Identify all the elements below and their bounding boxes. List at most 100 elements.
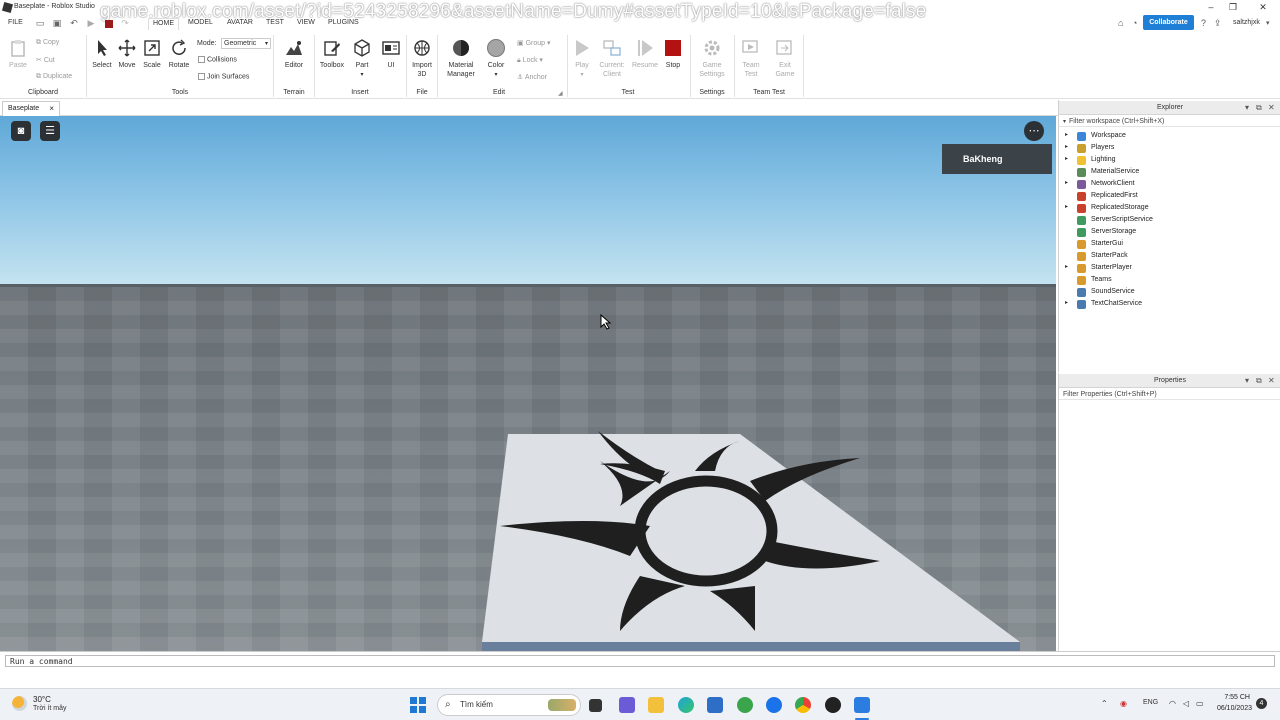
file-menu[interactable]: FILE (8, 19, 23, 26)
lock-button[interactable]: 🔒︎ Lock ▾ (517, 56, 543, 65)
stop-quick-icon[interactable] (105, 20, 113, 28)
rotate-button[interactable]: Rotate (167, 39, 191, 70)
select-button[interactable]: Select (90, 39, 114, 70)
explorer-item[interactable]: ServerScriptService (1059, 215, 1280, 227)
close-panel-icon[interactable]: ✕ (1268, 374, 1275, 388)
clock-date[interactable]: 06/10/2023 (1208, 705, 1252, 712)
part-button[interactable]: Part ▾ (350, 39, 374, 80)
user-menu-chevron-icon[interactable]: ▾ (1266, 19, 1270, 27)
explorer-item[interactable]: ▸ TextChatService (1059, 299, 1280, 311)
undo-icon[interactable]: ↶ (69, 18, 79, 28)
ui-button[interactable]: UI (379, 39, 403, 70)
weather-icon[interactable] (12, 696, 27, 711)
join-surfaces-checkbox[interactable] (198, 73, 205, 80)
tab-plugins[interactable]: PLUGINS (324, 18, 363, 30)
game-settings-button[interactable]: Game Settings (695, 39, 729, 79)
command-input[interactable]: Run a command (5, 655, 1275, 667)
move-button[interactable]: Move (115, 39, 139, 70)
user-name[interactable]: saltzhjxk (1233, 19, 1260, 26)
roblox-studio-taskbar-icon[interactable] (854, 697, 870, 713)
expand-arrow-icon[interactable]: ▸ (1065, 299, 1071, 306)
file-explorer-icon[interactable] (648, 697, 664, 713)
expand-arrow-icon[interactable]: ▸ (1065, 179, 1071, 186)
tab-test[interactable]: TEST (262, 18, 288, 30)
chrome-icon[interactable] (795, 697, 811, 713)
tab-avatar[interactable]: AVATAR (223, 18, 257, 30)
expand-arrow-icon[interactable]: ▸ (1065, 131, 1071, 138)
edge-browser-icon[interactable] (678, 697, 694, 713)
import-3d-button[interactable]: Import 3D (409, 39, 435, 79)
explorer-filter-input[interactable]: ▾ Filter workspace (Ctrl+Shift+X) (1059, 116, 1280, 127)
battery-icon[interactable]: ▭ (1196, 699, 1204, 708)
explorer-item[interactable]: ▸ NetworkClient (1059, 179, 1280, 191)
play-button[interactable]: Play ▾ (572, 39, 592, 80)
explorer-item[interactable]: StarterPack (1059, 251, 1280, 263)
expand-arrow-icon[interactable]: ▸ (1065, 263, 1071, 270)
windows-start-icon[interactable] (410, 697, 426, 713)
explorer-item[interactable]: StarterGui (1059, 239, 1280, 251)
color-button[interactable]: Color ▾ (484, 39, 508, 80)
save-icon[interactable]: ▣ (52, 18, 62, 28)
close-panel-icon[interactable]: ✕ (1268, 101, 1275, 115)
explorer-item[interactable]: ServerStorage (1059, 227, 1280, 239)
group-button[interactable]: ▣ Group ▾ (517, 39, 551, 47)
bell-icon[interactable]: ◔ (1132, 18, 1137, 28)
team-test-button[interactable]: Team Test (738, 39, 764, 79)
help-icon[interactable]: ? (1201, 18, 1206, 28)
share-icon[interactable]: ⌂ (1118, 18, 1123, 28)
explorer-item[interactable]: ▸ StarterPlayer (1059, 263, 1280, 275)
expand-arrow-icon[interactable]: ▸ (1065, 143, 1071, 150)
explorer-item[interactable]: ▸ ReplicatedStorage (1059, 203, 1280, 215)
decal-part[interactable] (470, 426, 1040, 651)
undock-icon[interactable]: ⧉ (1256, 374, 1262, 388)
3d-viewport[interactable]: ◙ ☰ ⋯ BaKheng (0, 116, 1056, 651)
terrain-editor-button[interactable]: Editor (280, 39, 308, 70)
weather-description[interactable]: Trời ít mây (33, 705, 67, 712)
roblox-menu-button[interactable]: ◙ (11, 121, 31, 141)
close-window-icon[interactable]: ✕ (1255, 2, 1271, 14)
duplicate-button[interactable]: ⧉ Duplicate (36, 73, 72, 81)
redo-icon[interactable]: ↷ (120, 18, 130, 28)
minimize-icon[interactable]: – (1203, 2, 1219, 14)
explorer-item[interactable]: MaterialService (1059, 167, 1280, 179)
expand-arrow-icon[interactable]: ▸ (1065, 203, 1071, 210)
more-options-button[interactable]: ⋯ (1024, 121, 1044, 141)
volume-icon[interactable]: ◁ (1183, 699, 1189, 708)
explorer-item[interactable]: ▸ Workspace (1059, 131, 1280, 143)
taskbar-search-input[interactable]: ⌕ Tìm kiếm (437, 694, 581, 716)
microsoft-store-icon[interactable] (707, 697, 723, 713)
teams-chat-icon[interactable] (619, 697, 635, 713)
cut-button[interactable]: ✂ Cut (36, 56, 55, 64)
resume-button[interactable]: Resume (630, 39, 660, 70)
clock-time[interactable]: 7:55 CH (1212, 694, 1250, 701)
material-manager-button[interactable]: Material Manager (444, 39, 478, 79)
green-app-icon[interactable] (737, 697, 753, 713)
expand-arrow-icon[interactable]: ▸ (1065, 155, 1071, 162)
scale-button[interactable]: Scale (140, 39, 164, 70)
paste-button[interactable]: Paste (6, 39, 30, 70)
tab-model[interactable]: MODEL (184, 18, 217, 30)
play-quick-icon[interactable]: ▶ (86, 18, 96, 28)
show-hidden-icons-chevron-icon[interactable]: ⌃ (1101, 699, 1108, 708)
anchor-button[interactable]: ⚓︎ Anchor (517, 73, 547, 81)
mode-select[interactable]: Geometric ▾ (221, 38, 271, 49)
new-file-icon[interactable]: ▭ (35, 18, 45, 28)
properties-filter-input[interactable]: Filter Properties (Ctrl+Shift+P) (1059, 389, 1280, 400)
task-view-icon[interactable] (589, 699, 602, 712)
player-name-tag[interactable]: BaKheng (942, 144, 1052, 174)
chat-button[interactable]: ☰ (40, 121, 60, 141)
copy-button[interactable]: ⧉ Copy (36, 39, 59, 47)
collaborate-button[interactable]: Collaborate (1143, 15, 1194, 30)
explorer-item[interactable]: ▸ Lighting (1059, 155, 1280, 167)
input-language[interactable]: ENG (1143, 699, 1158, 706)
panel-menu-chevron-icon[interactable]: ▾ (1245, 101, 1249, 115)
document-tab-baseplate[interactable]: Baseplate × (2, 101, 60, 116)
wifi-icon[interactable]: ◠ (1169, 699, 1176, 708)
zalo-icon[interactable] (766, 697, 782, 713)
network-icon[interactable]: ◉ (1120, 699, 1127, 708)
close-tab-icon[interactable]: × (49, 104, 54, 113)
collisions-toggle[interactable]: Collisions (198, 56, 237, 63)
maximize-icon[interactable]: ❐ (1225, 2, 1241, 14)
app-badge-icon[interactable] (825, 697, 841, 713)
edit-expand-icon[interactable]: ◢ (558, 90, 563, 97)
